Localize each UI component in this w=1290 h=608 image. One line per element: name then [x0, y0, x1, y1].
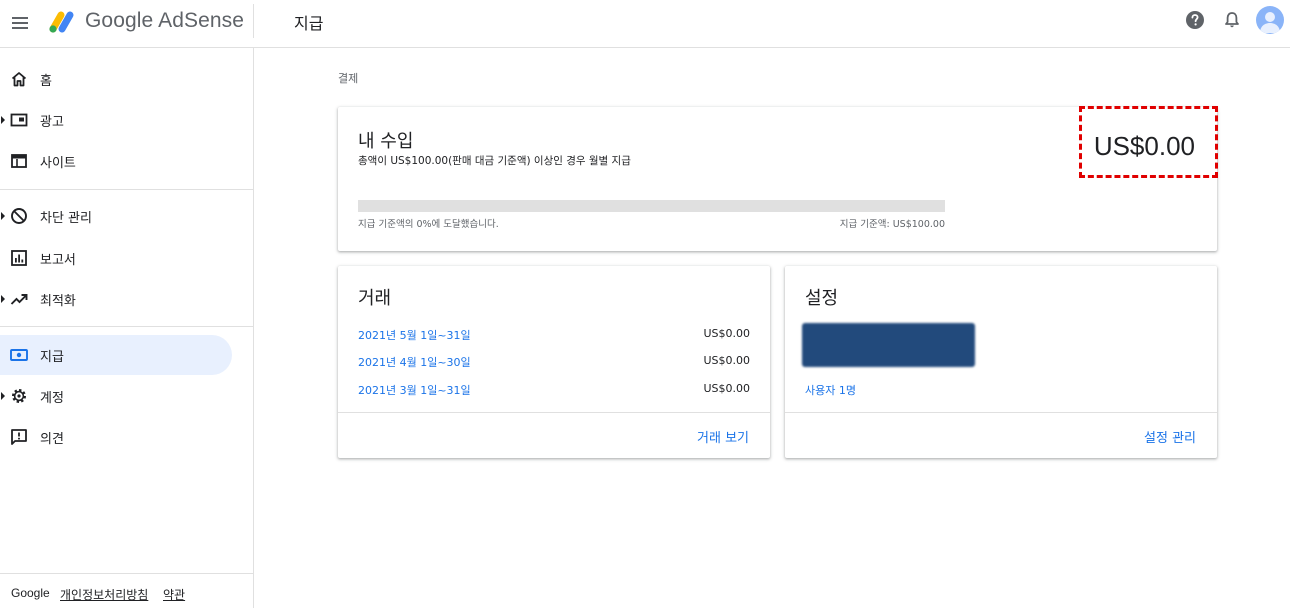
sidebar-item-feedback[interactable]: 의견: [0, 417, 232, 457]
sidebar-item-label: 사이트: [40, 156, 76, 171]
progress-status-text: 지급 기준액의 0%에 도달했습니다.: [358, 219, 499, 230]
sidebar-item-label: 차단 관리: [40, 211, 92, 226]
sidebar-item-label: 보고서: [40, 253, 76, 268]
redacted-payment-method: [802, 323, 975, 367]
earnings-card: 내 수입 총액이 US$100.00(판매 대금 기준액) 이상인 경우 월별 …: [338, 106, 1218, 251]
sidebar-divider: [0, 326, 254, 327]
ads-icon: [10, 113, 28, 127]
transactions-card: 거래 2021년 5월 1일~31일 US$0.00 2021년 4월 1일~3…: [338, 266, 770, 458]
payment-threshold-text: 지급 기준액: US$100.00: [839, 219, 945, 230]
payment-threshold-progress-bar: [358, 200, 945, 212]
users-link[interactable]: 사용자 1명: [805, 382, 856, 398]
earnings-amount: US$0.00: [1093, 131, 1195, 161]
notifications-icon[interactable]: [1222, 10, 1242, 30]
expand-arrow-icon[interactable]: [1, 295, 5, 303]
home-icon: [11, 72, 27, 87]
transaction-period-link[interactable]: 2021년 4월 1일~30일: [358, 354, 471, 370]
payments-icon: [10, 349, 28, 361]
card-divider: [338, 412, 770, 413]
gear-icon: [12, 389, 26, 403]
account-avatar[interactable]: [1256, 6, 1284, 34]
transaction-row: 2021년 3월 1일~31일 US$0.00: [358, 382, 750, 402]
transaction-amount: US$0.00: [703, 382, 750, 395]
card-divider: [785, 412, 1217, 413]
transaction-amount: US$0.00: [703, 327, 750, 340]
expand-arrow-icon[interactable]: [1, 392, 5, 400]
feedback-icon: [11, 429, 27, 445]
transaction-period-link[interactable]: 2021년 3월 1일~31일: [358, 382, 471, 398]
expand-arrow-icon[interactable]: [1, 116, 5, 124]
adsense-logo-icon: [49, 11, 74, 33]
privacy-policy-link[interactable]: 개인정보처리방침: [60, 586, 148, 603]
sidebar-item-payments[interactable]: 지급: [0, 335, 232, 375]
sidebar-footer: Google 개인정보처리방침 약관: [0, 573, 254, 608]
sidebar-divider: [0, 189, 254, 190]
transaction-amount: US$0.00: [703, 354, 750, 367]
sidebar-item-label: 지급: [40, 350, 64, 365]
sidebar-item-label: 광고: [40, 115, 64, 130]
expand-arrow-icon[interactable]: [1, 212, 5, 220]
sidebar-item-label: 의견: [40, 432, 64, 447]
brand-name: Google AdSense: [85, 9, 245, 32]
manage-settings-button[interactable]: 설정 관리: [1144, 427, 1196, 446]
sidebar-item-label: 계정: [40, 391, 64, 406]
transaction-row: 2021년 4월 1일~30일 US$0.00: [358, 354, 750, 374]
view-transactions-button[interactable]: 거래 보기: [697, 427, 749, 446]
breadcrumb: 결제: [338, 72, 359, 85]
sidebar-item-block[interactable]: 차단 관리: [0, 196, 232, 236]
block-icon: [11, 208, 27, 224]
person-icon: [1260, 12, 1280, 33]
sidebar-item-reports[interactable]: 보고서: [0, 238, 232, 278]
sites-icon: [11, 154, 27, 168]
settings-card: 설정 사용자 1명 설정 관리: [785, 266, 1217, 458]
sidebar-item-label: 홈: [40, 74, 52, 89]
reports-icon: [11, 250, 27, 266]
terms-link[interactable]: 약관: [163, 586, 185, 603]
payment-threshold-description: 총액이 US$100.00(판매 대금 기준액) 이상인 경우 월별 지급: [358, 155, 631, 167]
top-app-bar: Google AdSense 지급: [0, 0, 1290, 48]
trending-up-icon: [10, 294, 28, 305]
sidebar-item-sites[interactable]: 사이트: [0, 141, 232, 181]
sidebar-item-optimization[interactable]: 최적화: [0, 279, 232, 319]
settings-title: 설정: [805, 288, 839, 309]
sidebar-item-label: 최적화: [40, 294, 76, 309]
sidebar: 홈 광고 사이트 차단 관리 보고서 최적화 지급 계정 의견 Google 개…: [0, 48, 254, 608]
transaction-row: 2021년 5월 1일~31일 US$0.00: [358, 327, 750, 347]
menu-icon[interactable]: [10, 12, 32, 34]
header-divider: [253, 4, 254, 38]
page-title: 지급: [294, 14, 324, 33]
sidebar-item-account[interactable]: 계정: [0, 376, 232, 416]
sidebar-item-ads[interactable]: 광고: [0, 100, 232, 140]
transactions-title: 거래: [358, 288, 392, 309]
google-wordmark: Google: [11, 586, 50, 600]
earnings-title: 내 수입: [358, 131, 414, 152]
sidebar-item-home[interactable]: 홈: [0, 59, 232, 99]
help-icon[interactable]: [1185, 10, 1205, 30]
transaction-period-link[interactable]: 2021년 5월 1일~31일: [358, 327, 471, 343]
